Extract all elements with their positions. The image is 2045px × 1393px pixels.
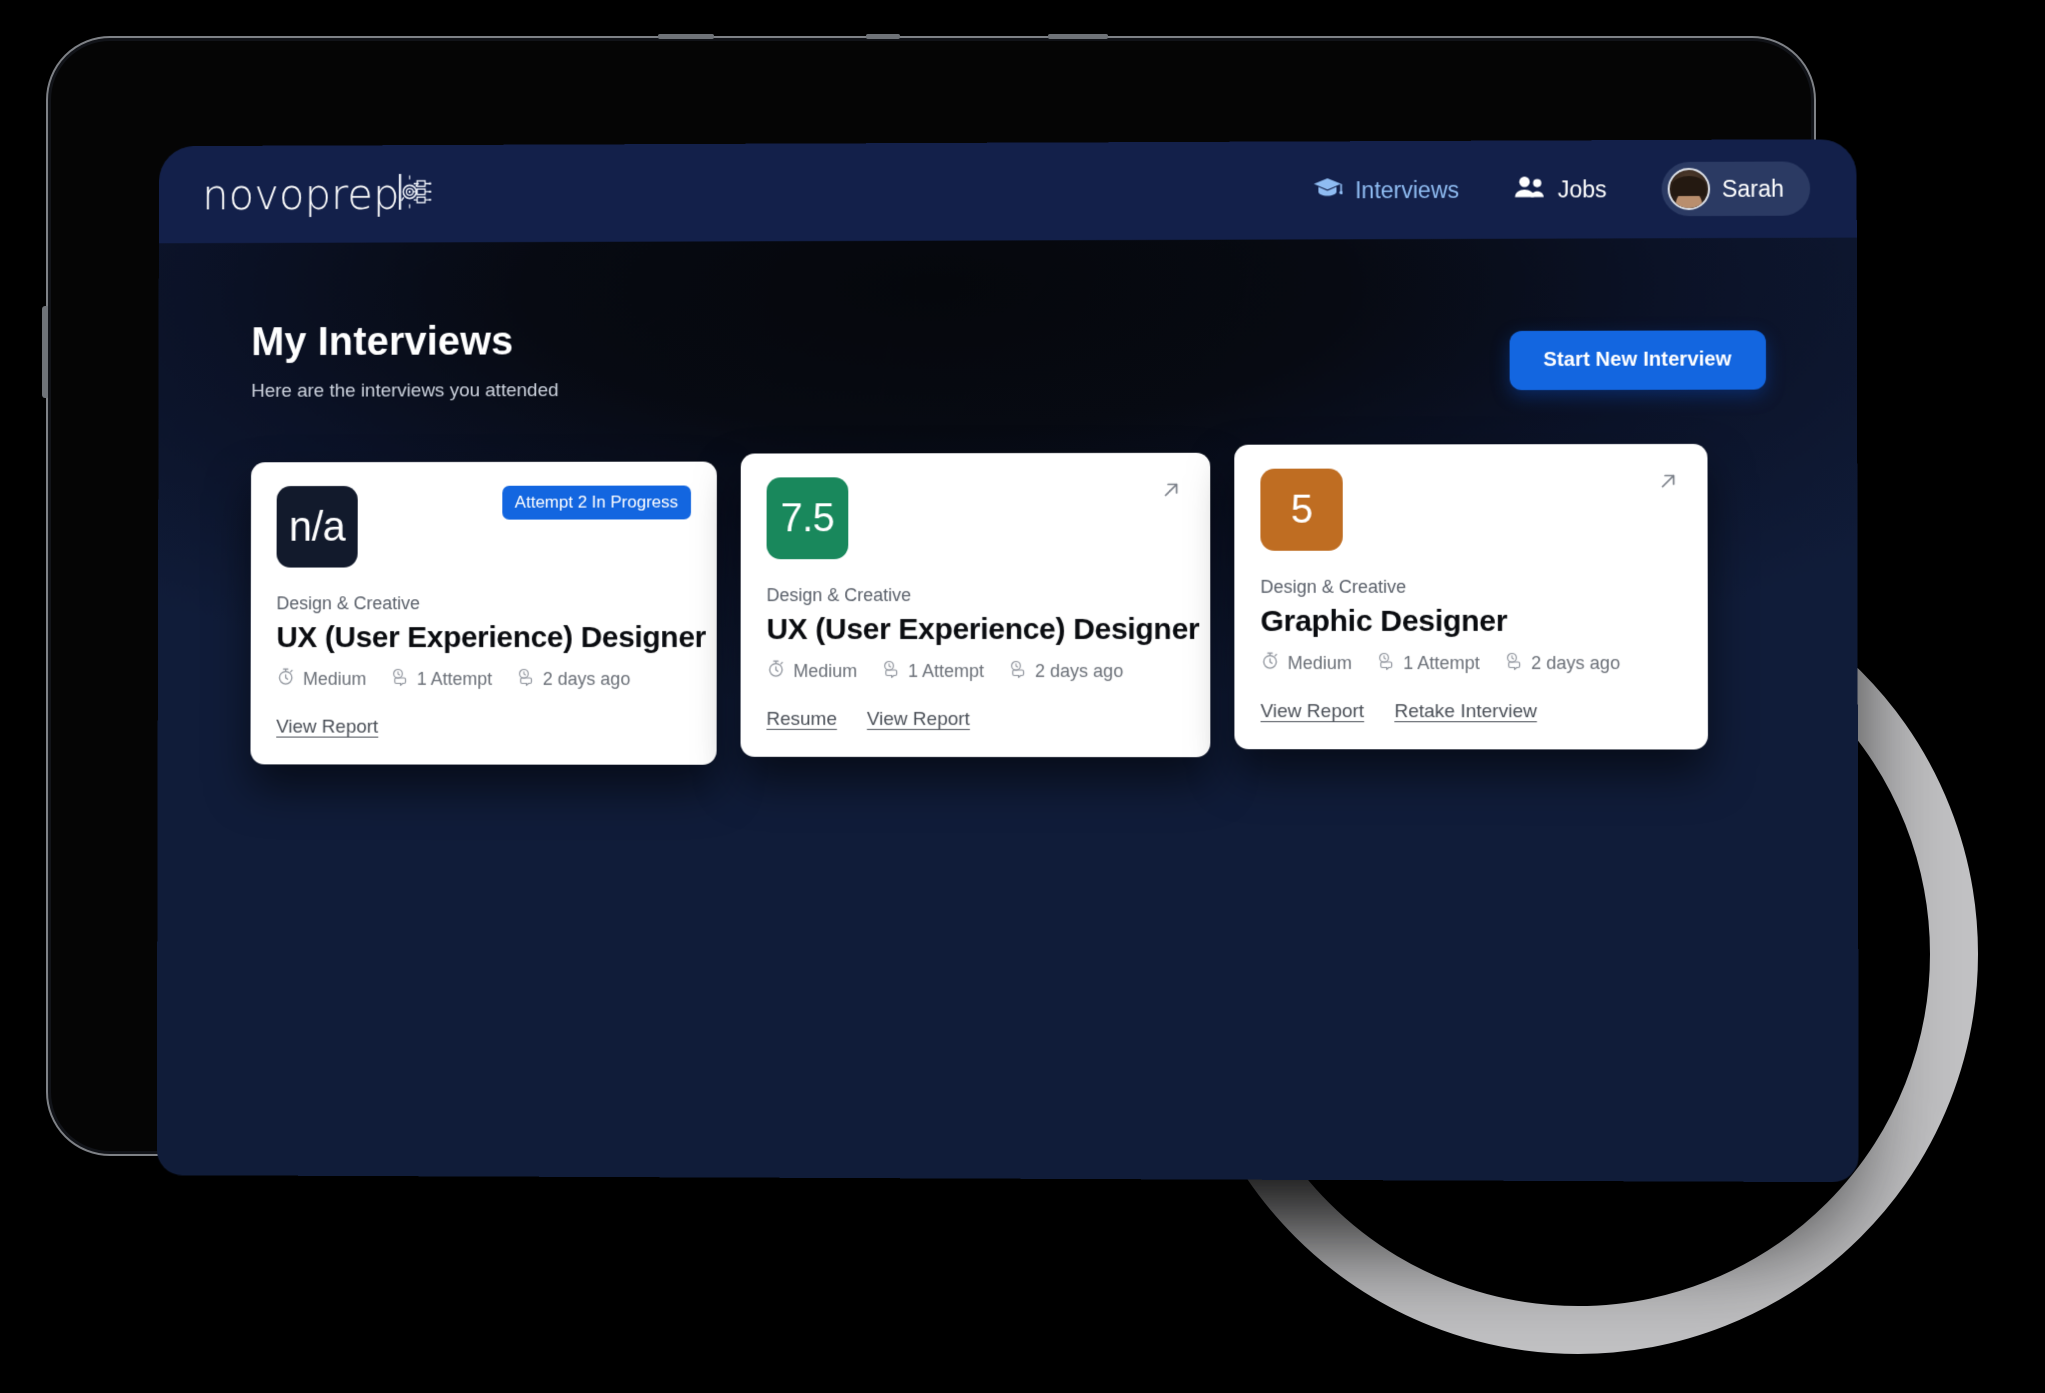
meta-difficulty: Medium: [766, 659, 857, 683]
nav-item-jobs-label: Jobs: [1557, 175, 1607, 203]
page-header-text: My Interviews Here are the interviews yo…: [251, 320, 558, 403]
view-report-link[interactable]: View Report: [867, 709, 970, 731]
card-category: Design & Creative: [276, 593, 421, 614]
card-meta: Medium 1 Attempt 2 days ago: [766, 659, 1184, 683]
card-actions: View Report: [276, 717, 691, 739]
card-meta: Medium 1 Attempt 2 days ago: [276, 667, 691, 691]
avatar: [1667, 167, 1710, 211]
attempts-icon: [881, 659, 900, 683]
nav-item-interviews[interactable]: Interviews: [1313, 174, 1459, 206]
card-top-row: 7.5: [766, 477, 1185, 560]
nav-item-interviews-label: Interviews: [1355, 176, 1460, 203]
page-subtitle: Here are the interviews you attended: [251, 380, 559, 402]
interview-card[interactable]: 5 Design & Creative Graphic Designer Med…: [1234, 443, 1708, 750]
interview-card[interactable]: n/a Attempt 2 In Progress Design & Creat…: [250, 461, 717, 765]
ai-chip-icon: [398, 171, 432, 216]
score-badge: 7.5: [766, 477, 849, 560]
meta-difficulty: Medium: [276, 667, 366, 691]
card-actions: View Report Retake Interview: [1261, 701, 1682, 723]
meta-time: 2 days ago: [1008, 659, 1123, 683]
open-external-icon[interactable]: [1655, 468, 1681, 494]
card-category: Design & Creative: [766, 585, 912, 606]
page-title: My Interviews: [251, 319, 514, 365]
interview-card[interactable]: 7.5 Design & Creative UX (User Experienc…: [740, 452, 1211, 758]
time-icon: [1008, 659, 1027, 683]
meta-attempts-text: 1 Attempt: [416, 668, 493, 689]
user-name: Sarah: [1721, 175, 1784, 202]
stopwatch-icon: [766, 659, 785, 683]
meta-time-text: 2 days ago: [1035, 660, 1124, 681]
nav-item-jobs[interactable]: Jobs: [1513, 174, 1607, 205]
tablet-device-frame: novoprep Interviews Jobs Sarah My Interv…: [42, 34, 1859, 1183]
graduation-cap-icon: [1313, 175, 1343, 206]
page-content: My Interviews Here are the interviews yo…: [158, 238, 1858, 766]
meta-time-text: 2 days ago: [1531, 652, 1621, 673]
time-icon: [1504, 651, 1523, 675]
card-meta: Medium 1 Attempt 2 days ago: [1260, 651, 1681, 675]
stopwatch-icon: [1260, 651, 1279, 675]
start-new-interview-button[interactable]: Start New Interview: [1509, 330, 1767, 391]
meta-time: 2 days ago: [1504, 651, 1620, 675]
meta-attempts-text: 1 Attempt: [1403, 652, 1480, 673]
card-actions: Resume View Report: [766, 709, 1184, 731]
status-badge[interactable]: Attempt 2 In Progress: [501, 485, 691, 520]
resume-link[interactable]: Resume: [766, 709, 837, 731]
stopwatch-icon: [276, 667, 295, 691]
meta-time: 2 days ago: [516, 667, 630, 691]
attempts-icon: [390, 667, 409, 691]
main-nav: Interviews Jobs Sarah: [1313, 161, 1811, 217]
attempts-icon: [1376, 651, 1395, 675]
card-category: Design & Creative: [1260, 576, 1407, 597]
open-external-icon[interactable]: [1158, 477, 1184, 503]
brand-name: novoprep: [202, 169, 400, 219]
tablet-antenna-notches: [608, 34, 1248, 40]
tablet-screen: novoprep Interviews Jobs Sarah My Interv…: [156, 139, 1859, 1183]
retake-interview-link[interactable]: Retake Interview: [1394, 701, 1537, 723]
card-title: Graphic Designer: [1260, 604, 1508, 638]
score-badge: 5: [1260, 468, 1343, 551]
meta-difficulty-text: Medium: [1287, 652, 1352, 673]
card-top-row: 5: [1260, 468, 1681, 551]
time-icon: [516, 667, 535, 691]
meta-attempts-text: 1 Attempt: [908, 660, 985, 681]
meta-attempts: 1 Attempt: [881, 659, 984, 683]
card-title: UX (User Experience) Designer: [276, 621, 706, 655]
screenshot-stage: novoprep Interviews Jobs Sarah My Interv…: [0, 0, 2045, 1393]
meta-attempts: 1 Attempt: [1376, 651, 1480, 675]
user-menu[interactable]: Sarah: [1661, 161, 1811, 217]
people-icon: [1513, 175, 1545, 205]
meta-attempts: 1 Attempt: [390, 667, 492, 691]
card-top-row: n/a Attempt 2 In Progress: [276, 485, 691, 568]
card-title: UX (User Experience) Designer: [766, 612, 1200, 647]
meta-difficulty-text: Medium: [793, 660, 858, 681]
app-header: novoprep Interviews Jobs Sarah: [158, 139, 1857, 244]
view-report-link[interactable]: View Report: [276, 717, 378, 739]
page-header: My Interviews Here are the interviews yo…: [251, 316, 1767, 403]
meta-difficulty-text: Medium: [303, 668, 367, 689]
meta-time-text: 2 days ago: [542, 668, 631, 689]
brand-logo[interactable]: novoprep: [202, 169, 432, 219]
meta-difficulty: Medium: [1260, 651, 1352, 675]
view-report-link[interactable]: View Report: [1261, 701, 1365, 723]
interview-card-list: n/a Attempt 2 In Progress Design & Creat…: [250, 443, 1766, 766]
score-badge: n/a: [276, 485, 358, 568]
